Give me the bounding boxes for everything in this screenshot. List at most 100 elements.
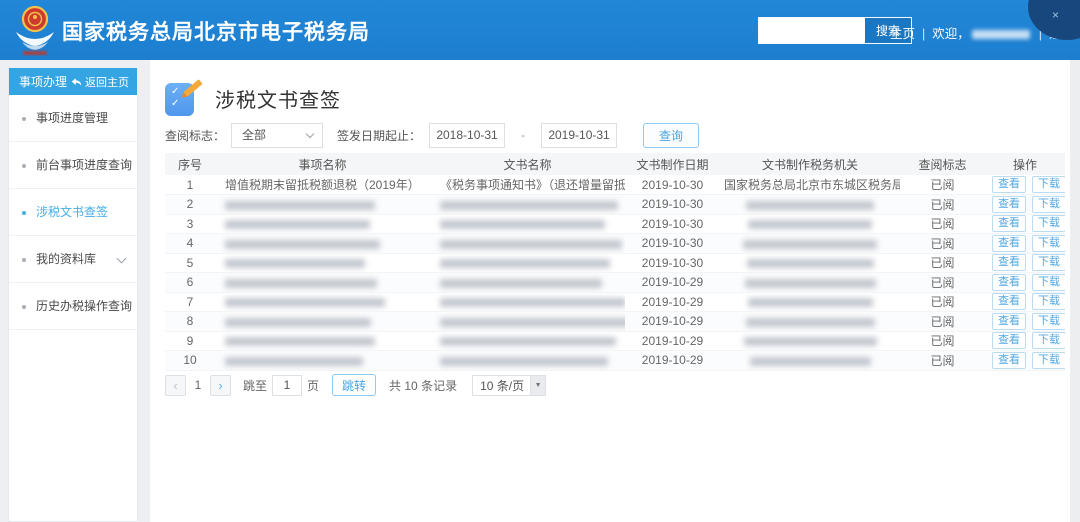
bullet-icon [22, 258, 26, 262]
document-check-icon: ✓ ✓ [165, 80, 201, 116]
download-button[interactable]: 下载 [1032, 215, 1065, 232]
dropdown-arrow-icon: ▼ [530, 376, 545, 395]
next-page-button[interactable]: › [210, 375, 231, 396]
table-cell: 已阅 [900, 214, 985, 234]
bullet-icon [22, 305, 26, 309]
table-cell: 已阅 [900, 312, 985, 332]
view-button[interactable]: 查看 [992, 293, 1026, 310]
column-header: 操作 [985, 153, 1065, 175]
table-cell: 已阅 [900, 195, 985, 215]
scrollbar-track[interactable] [1070, 60, 1080, 522]
view-flag-select[interactable]: 全部 [231, 123, 323, 148]
download-button[interactable]: 下载 [1032, 254, 1065, 271]
table-cell-actions: 查看下载 [985, 292, 1065, 312]
date-to-input[interactable] [541, 123, 617, 148]
table-cell [430, 273, 625, 293]
top-header: 国家税务总局北京市电子税务局 搜索 主页|欢迎，|退出 × [0, 0, 1080, 60]
view-button[interactable]: 查看 [992, 176, 1026, 193]
table-cell: 2019-10-29 [625, 331, 720, 351]
view-button[interactable]: 查看 [992, 235, 1026, 252]
query-button[interactable]: 查询 [643, 123, 699, 148]
header-search: 搜索 [758, 17, 912, 44]
table-row: 22019-10-30已阅查看下载 [165, 195, 1065, 215]
table-row: 1增值税期末留抵税额退税（2019年）《税务事项通知书》（退还增量留抵税额通知）… [165, 175, 1065, 195]
download-button[interactable]: 下载 [1032, 293, 1065, 310]
redacted-text [440, 318, 625, 327]
sidebar-item-label: 历史办税操作查询 [36, 299, 132, 313]
column-header: 文书制作日期 [625, 153, 720, 175]
date-from-input[interactable] [429, 123, 505, 148]
nav-divider: | [922, 27, 925, 41]
sidebar-item[interactable]: 我的资料库 [9, 236, 137, 283]
back-arrow-icon [71, 77, 82, 87]
table-cell [430, 312, 625, 332]
search-input[interactable] [759, 18, 865, 43]
download-button[interactable]: 下载 [1032, 332, 1065, 349]
column-header: 查阅标志 [900, 153, 985, 175]
current-page[interactable]: 1 [186, 378, 210, 392]
redacted-text [440, 337, 616, 346]
page-size-select[interactable]: 10 条/页 ▼ [472, 375, 546, 396]
table-cell-actions: 查看下载 [985, 175, 1065, 195]
download-button[interactable]: 下载 [1032, 274, 1065, 291]
download-button[interactable]: 下载 [1032, 196, 1065, 213]
table-row: 72019-10-29已阅查看下载 [165, 292, 1065, 312]
redacted-text [746, 201, 874, 210]
page-jump-input[interactable] [272, 375, 302, 396]
table-header-row: 序号事项名称文书名称文书制作日期文书制作税务机关查阅标志操作 [165, 153, 1065, 175]
sidebar-item[interactable]: 事项进度管理 [9, 95, 137, 142]
redacted-text [225, 337, 375, 346]
table-cell: 3 [165, 214, 215, 234]
site-title: 国家税务总局北京市电子税务局 [62, 16, 370, 46]
download-button[interactable]: 下载 [1032, 176, 1065, 193]
view-button[interactable]: 查看 [992, 274, 1026, 291]
redacted-text [440, 201, 618, 210]
prev-page-button[interactable]: ‹ [165, 375, 186, 396]
download-button[interactable]: 下载 [1032, 235, 1065, 252]
documents-table: 序号事项名称文书名称文书制作日期文书制作税务机关查阅标志操作 1增值税期末留抵税… [165, 153, 1065, 371]
home-link[interactable]: 主页 [890, 27, 915, 41]
sidebar-item[interactable]: 涉税文书查签 [9, 189, 137, 236]
table-cell [215, 292, 430, 312]
table-cell [430, 234, 625, 254]
redacted-text [225, 357, 363, 366]
page-size-value: 10 条/页 [480, 377, 524, 394]
table-cell: 2019-10-30 [625, 234, 720, 254]
table-cell: 已阅 [900, 253, 985, 273]
column-header: 文书制作税务机关 [720, 153, 900, 175]
view-button[interactable]: 查看 [992, 215, 1026, 232]
date-range-label: 签发日期起止： [337, 127, 421, 144]
table-cell: 5 [165, 253, 215, 273]
chevron-down-icon [306, 129, 314, 137]
filter-row: 查阅标志： 全部 签发日期起止： - 查询 [165, 122, 699, 148]
table-cell: 10 [165, 351, 215, 371]
table-row: 92019-10-29已阅查看下载 [165, 331, 1065, 351]
view-button[interactable]: 查看 [992, 196, 1026, 213]
table-cell [720, 214, 900, 234]
download-button[interactable]: 下载 [1032, 313, 1065, 330]
bullet-icon [22, 117, 26, 121]
view-button[interactable]: 查看 [992, 332, 1026, 349]
table-cell [215, 331, 430, 351]
view-button[interactable]: 查看 [992, 254, 1026, 271]
download-button[interactable]: 下载 [1032, 352, 1065, 369]
bullet-icon [22, 164, 26, 168]
column-header: 事项名称 [215, 153, 430, 175]
sidebar-item[interactable]: 历史办税操作查询 [9, 283, 137, 330]
redacted-text [225, 259, 365, 268]
back-home-link[interactable]: 返回主页 [71, 74, 129, 90]
jump-label: 跳至 [243, 377, 267, 394]
table-cell: 已阅 [900, 273, 985, 293]
table-cell [430, 351, 625, 371]
sidebar-item[interactable]: 前台事项进度查询 [9, 142, 137, 189]
table-cell [430, 195, 625, 215]
table-row: 42019-10-30已阅查看下载 [165, 234, 1065, 254]
table-row: 62019-10-29已阅查看下载 [165, 273, 1065, 293]
view-button[interactable]: 查看 [992, 352, 1026, 369]
redacted-text [440, 357, 608, 366]
view-button[interactable]: 查看 [992, 313, 1026, 330]
table-cell [215, 351, 430, 371]
table-cell-actions: 查看下载 [985, 331, 1065, 351]
jump-button[interactable]: 跳转 [332, 374, 376, 396]
table-row: 82019-10-29已阅查看下载 [165, 312, 1065, 332]
